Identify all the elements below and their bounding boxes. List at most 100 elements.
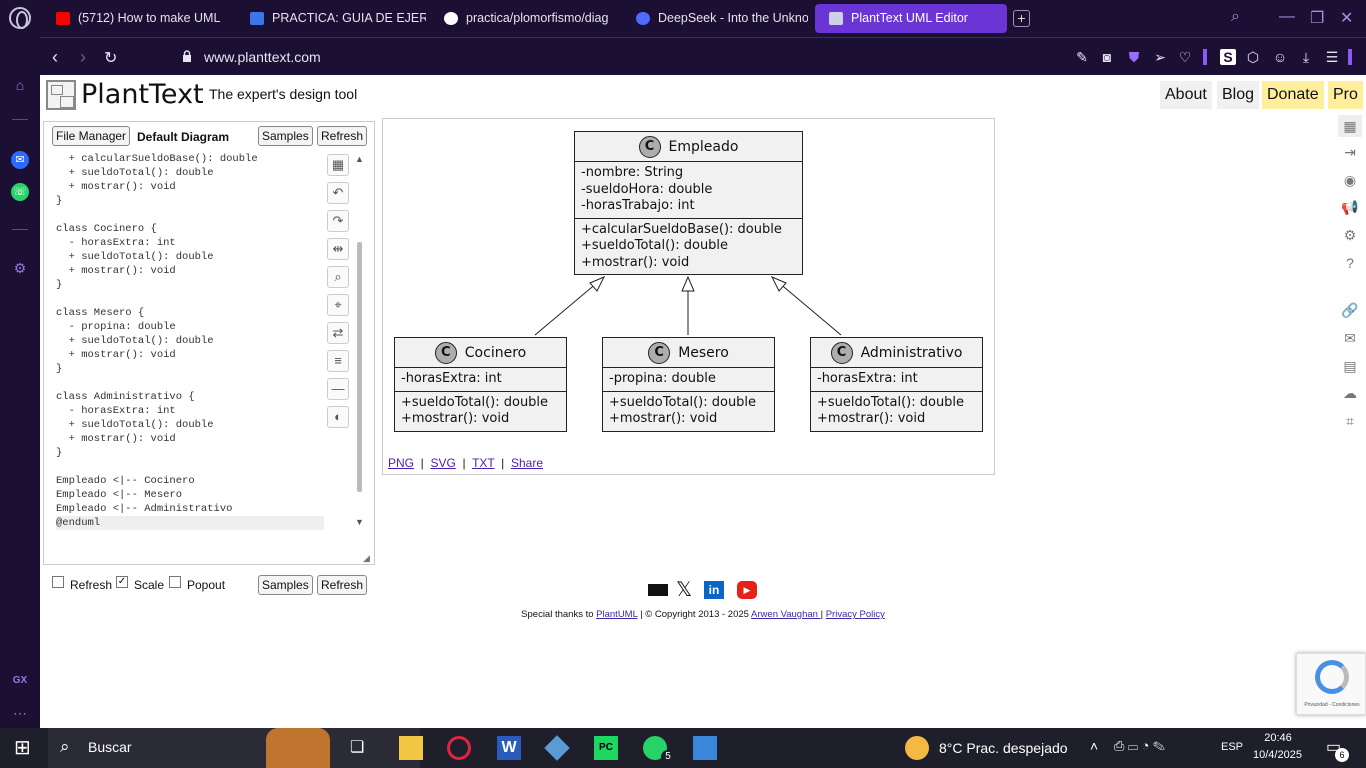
chevron-up-icon[interactable]: ˄ bbox=[1090, 738, 1098, 754]
send-icon[interactable]: ➢ bbox=[1152, 49, 1168, 65]
recaptcha-badge[interactable]: Privacidad - Condiciones bbox=[1296, 653, 1366, 715]
maximize-button[interactable]: ❐ bbox=[1310, 8, 1324, 28]
new-tab-button[interactable]: + bbox=[1013, 10, 1030, 27]
plantuml-link[interactable]: PlantUML bbox=[596, 609, 637, 620]
forward-button[interactable]: › bbox=[80, 47, 86, 68]
opera-logo-icon[interactable] bbox=[9, 7, 31, 29]
linkedin-icon[interactable]: in bbox=[704, 581, 724, 599]
pycharm-icon[interactable]: PC bbox=[594, 736, 618, 760]
s-extension-icon[interactable]: S bbox=[1220, 49, 1236, 65]
grid-icon[interactable]: ▦ bbox=[327, 154, 349, 176]
gear-icon[interactable]: ⚙ bbox=[1338, 224, 1362, 246]
download-icon[interactable]: ⤓ bbox=[1298, 49, 1314, 65]
back-button[interactable]: ‹ bbox=[52, 47, 58, 68]
box-icon[interactable]: ⬡ bbox=[1245, 49, 1261, 65]
redo-icon[interactable]: ↷ bbox=[327, 210, 349, 232]
contrast-icon[interactable]: ◐ bbox=[327, 406, 349, 428]
eye-icon[interactable]: ◉ bbox=[1338, 169, 1362, 191]
class-mesero[interactable]: C Mesero -propina: double +sueldoTotal():… bbox=[602, 337, 775, 432]
weather-text[interactable]: 8°C Prac. despejado bbox=[939, 740, 1068, 756]
location-icon[interactable]: ⌖ bbox=[327, 294, 349, 316]
help-icon[interactable]: ? bbox=[1338, 252, 1362, 274]
youtube-icon[interactable]: ▶ bbox=[737, 581, 757, 599]
scroll-down-icon[interactable]: ▼ bbox=[355, 517, 364, 527]
minus-icon[interactable]: — bbox=[327, 378, 349, 400]
vpn-shield-icon[interactable]: ⛊ bbox=[1126, 49, 1142, 65]
virtualbox-icon[interactable] bbox=[544, 735, 570, 761]
class-cocinero[interactable]: C Cocinero -horasExtra: int +sueldoTotal(… bbox=[394, 337, 567, 432]
task-view-icon[interactable]: ❏ bbox=[350, 736, 374, 760]
grid-menu-icon[interactable]: ▦ bbox=[1338, 115, 1362, 137]
search-icon[interactable]: ⌕ bbox=[327, 266, 349, 288]
tab-youtube[interactable]: (5712) How to make UML bbox=[42, 4, 232, 33]
popout-checkbox[interactable] bbox=[169, 576, 181, 588]
word-icon[interactable]: W bbox=[497, 736, 521, 760]
svg-link[interactable]: SVG bbox=[430, 456, 455, 470]
weather-icon[interactable] bbox=[905, 736, 929, 760]
code-editor[interactable]: + calcularSueldoBase(): double + sueldoT… bbox=[56, 152, 324, 530]
opera-gx-icon[interactable] bbox=[447, 736, 471, 760]
nav-about[interactable]: About bbox=[1160, 81, 1212, 109]
tab-practica[interactable]: PRACTICA: GUIA DE EJER bbox=[236, 4, 426, 33]
url-input[interactable]: www.planttext.com bbox=[204, 49, 321, 65]
nav-blog[interactable]: Blog bbox=[1217, 81, 1260, 109]
mail-icon[interactable]: ✉ bbox=[1338, 327, 1362, 349]
edit-icon[interactable]: ✎ bbox=[1074, 49, 1090, 65]
samples-button-bottom[interactable]: Samples bbox=[258, 575, 313, 595]
fit-width-icon[interactable]: ⇹ bbox=[327, 238, 349, 260]
scroll-up-icon[interactable]: ▲ bbox=[355, 154, 364, 164]
login-icon[interactable]: ⇥ bbox=[1338, 141, 1362, 163]
tab-deepseek[interactable]: DeepSeek - Into the Unkno bbox=[622, 4, 808, 33]
photos-icon[interactable] bbox=[693, 736, 717, 760]
nav-donate[interactable]: Donate bbox=[1262, 81, 1324, 109]
heart-icon[interactable]: ♡ bbox=[1177, 49, 1193, 65]
search-tabs-icon[interactable]: ⌕ bbox=[1231, 8, 1240, 26]
tab-github[interactable]: practica/plomorfismo/diag bbox=[430, 4, 616, 33]
menu-icon[interactable]: ☰ bbox=[1324, 49, 1340, 65]
class-administrativo[interactable]: C Administrativo -horasExtra: int +sueldo… bbox=[810, 337, 983, 432]
tab-planttext[interactable]: PlantText UML Editor bbox=[815, 4, 1007, 33]
file-explorer-icon[interactable] bbox=[399, 736, 423, 760]
recaptcha-terms[interactable]: Privacidad - Condiciones bbox=[1299, 702, 1365, 708]
swap-icon[interactable]: ⇄ bbox=[327, 322, 349, 344]
settings-icon[interactable]: ⚙ bbox=[11, 259, 29, 277]
language-indicator[interactable]: ESP bbox=[1221, 741, 1243, 753]
workspace-icon[interactable]: ⌂ bbox=[11, 76, 29, 94]
profile-icon[interactable]: ☺ bbox=[1272, 49, 1288, 65]
png-link[interactable]: PNG bbox=[388, 456, 414, 470]
minimize-button[interactable]: — bbox=[1279, 8, 1295, 26]
refresh-button-bottom[interactable]: Refresh bbox=[317, 575, 368, 595]
camera-icon[interactable]: ◙ bbox=[1099, 49, 1115, 65]
nav-pro[interactable]: Pro bbox=[1328, 81, 1363, 109]
link-icon[interactable]: 🔗 bbox=[1338, 299, 1362, 321]
cloud-upload-icon[interactable]: ☁ bbox=[1338, 382, 1362, 404]
file-manager-button[interactable]: File Manager bbox=[52, 126, 131, 146]
format-icon[interactable]: ≡ bbox=[327, 350, 349, 372]
more-icon[interactable]: ⋯ bbox=[11, 704, 29, 722]
close-window-button[interactable]: ✕ bbox=[1340, 8, 1353, 28]
resize-handle-icon[interactable]: ◢ bbox=[363, 553, 370, 564]
chip-icon[interactable]: ⌗ bbox=[1338, 410, 1362, 432]
tray-icons[interactable]: ⎙ ▭ ◔ ✎ bbox=[1114, 738, 1165, 754]
messenger-icon[interactable]: ✉ bbox=[11, 151, 29, 169]
refresh-button[interactable]: Refresh bbox=[317, 126, 368, 146]
privacy-link[interactable]: Privacy Policy bbox=[826, 609, 885, 620]
brand-title[interactable]: PlantText bbox=[81, 79, 204, 110]
clock-date[interactable]: 10/4/2025 bbox=[1253, 749, 1302, 761]
whatsapp-icon[interactable]: ☏ bbox=[11, 183, 29, 201]
class-empleado[interactable]: C Empleado -nombre: String -sueldoHora: do… bbox=[574, 131, 803, 275]
refresh-checkbox[interactable] bbox=[52, 576, 64, 588]
reload-button[interactable]: ↻ bbox=[104, 48, 117, 68]
undo-icon[interactable]: ↶ bbox=[327, 182, 349, 204]
scale-checkbox[interactable]: ✓ bbox=[116, 576, 128, 588]
email-icon[interactable] bbox=[648, 584, 668, 596]
gx-icon[interactable]: GX bbox=[11, 672, 29, 690]
share-link[interactable]: Share bbox=[511, 456, 543, 470]
megaphone-icon[interactable]: 📢 bbox=[1338, 196, 1362, 218]
planttext-logo-icon[interactable] bbox=[46, 80, 76, 110]
server-icon[interactable]: ▤ bbox=[1338, 355, 1362, 377]
windows-start-icon[interactable]: ⊞ bbox=[14, 736, 38, 760]
clock-time[interactable]: 20:46 bbox=[1256, 732, 1300, 744]
editor-scrollbar[interactable] bbox=[357, 242, 362, 492]
author-link[interactable]: Arwen Vaughan bbox=[751, 609, 821, 620]
